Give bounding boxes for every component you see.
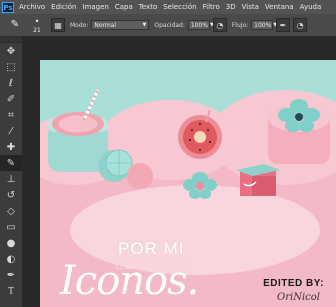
- dodge-tool-icon[interactable]: ◐: [0, 251, 22, 267]
- tools-panel: ✥ ⬚ ℓ ✐ ⌗ ⁄ ✚ ✎ ⊥ ↺ ◇ ▭ ● ◐ ✒ T: [0, 37, 23, 307]
- brush-tool-icon[interactable]: ✎: [0, 155, 22, 171]
- brush-icon: ✎: [10, 19, 20, 30]
- tool-preset-picker[interactable]: ✎: [4, 15, 26, 35]
- move-tool-icon[interactable]: ✥: [0, 43, 22, 59]
- document-window: POR MI EDITADOS Iconos. EDITED BY: OriNi…: [23, 37, 336, 307]
- headline-line3: Iconos.: [60, 258, 199, 304]
- healing-tool-icon[interactable]: ✚: [0, 139, 22, 155]
- airbrush-icon: ✒: [279, 20, 287, 30]
- brush-panel-icon: ▦: [54, 20, 62, 30]
- menu-3d[interactable]: 3D: [223, 3, 239, 11]
- flow-label: Flujo:: [231, 21, 249, 29]
- menu-imagen[interactable]: Imagen: [80, 3, 112, 11]
- pen-pressure-size-icon: ◔: [296, 20, 304, 30]
- credit-label: EDITED BY:: [263, 278, 324, 289]
- headline-line1: POR MI: [118, 239, 185, 258]
- menu-archivo[interactable]: Archivo: [16, 3, 48, 11]
- brush-panel-button[interactable]: ▦: [51, 18, 65, 32]
- type-tool-icon[interactable]: T: [0, 283, 22, 299]
- menu-bar: Ps Archivo Edición Imagen Capa Texto Sel…: [0, 0, 336, 14]
- shoe-box-icon: [236, 164, 280, 196]
- opacity-label: Opacidad:: [154, 21, 185, 29]
- signature: OriNicol: [277, 292, 320, 303]
- photoshop-logo: Ps: [2, 1, 14, 13]
- menu-vista[interactable]: Vista: [239, 3, 262, 11]
- pressure-opacity-button[interactable]: ◔: [212, 18, 227, 32]
- menu-ayuda[interactable]: Ayuda: [297, 3, 325, 11]
- menu-seleccion[interactable]: Selección: [160, 3, 199, 11]
- opacity-value: 100%: [190, 21, 209, 29]
- menu-filtro[interactable]: Filtro: [200, 3, 223, 11]
- blur-tool-icon[interactable]: ●: [0, 235, 22, 251]
- chevron-down-icon: ▼: [142, 21, 147, 28]
- options-bar: ✎ • 21 ▦ Modo: Normal ▼ Opacidad: 100% ▼…: [0, 14, 336, 37]
- small-flower-icon: [183, 172, 217, 199]
- kiwi-icon: [178, 109, 222, 159]
- document-canvas[interactable]: POR MI EDITADOS Iconos. EDITED BY: OriNi…: [40, 60, 336, 307]
- pressure-size-button[interactable]: ◔: [293, 18, 308, 32]
- pen-pressure-icon: ◔: [216, 20, 224, 30]
- flow-input[interactable]: 100% ▼: [251, 20, 277, 30]
- menu-capa[interactable]: Capa: [112, 3, 136, 11]
- history-brush-tool-icon[interactable]: ↺: [0, 187, 22, 203]
- lasso-tool-icon[interactable]: ℓ: [0, 75, 22, 91]
- flow-value: 100%: [254, 21, 272, 29]
- brush-size-value: 21: [33, 26, 41, 34]
- pink-sphere-icon: [127, 163, 153, 189]
- gradient-tool-icon[interactable]: ▭: [0, 219, 22, 235]
- marquee-tool-icon[interactable]: ⬚: [0, 59, 22, 75]
- eraser-tool-icon[interactable]: ◇: [0, 203, 22, 219]
- mode-value: Normal: [94, 21, 117, 29]
- crop-tool-icon[interactable]: ⌗: [0, 107, 22, 123]
- opacity-input[interactable]: 100% ▼: [187, 20, 214, 30]
- pen-tool-icon[interactable]: ✒: [0, 267, 22, 283]
- clone-stamp-tool-icon[interactable]: ⊥: [0, 171, 22, 187]
- menu-edicion[interactable]: Edición: [48, 3, 79, 11]
- brush-dot-icon: •: [34, 16, 40, 26]
- eyedropper-tool-icon[interactable]: ⁄: [0, 123, 22, 139]
- brush-size-picker[interactable]: • 21: [26, 15, 48, 35]
- mode-label: Modo:: [70, 21, 89, 29]
- menu-ventana[interactable]: Ventana: [262, 3, 297, 11]
- quick-select-tool-icon[interactable]: ✐: [0, 91, 22, 107]
- mode-select[interactable]: Normal ▼: [91, 20, 150, 30]
- lime-icon: [98, 149, 133, 182]
- airbrush-button[interactable]: ✒: [276, 18, 291, 32]
- flower-box-icon: [268, 99, 330, 164]
- grapefruit-cup-icon: [48, 89, 108, 172]
- menu-texto[interactable]: Texto: [136, 3, 160, 11]
